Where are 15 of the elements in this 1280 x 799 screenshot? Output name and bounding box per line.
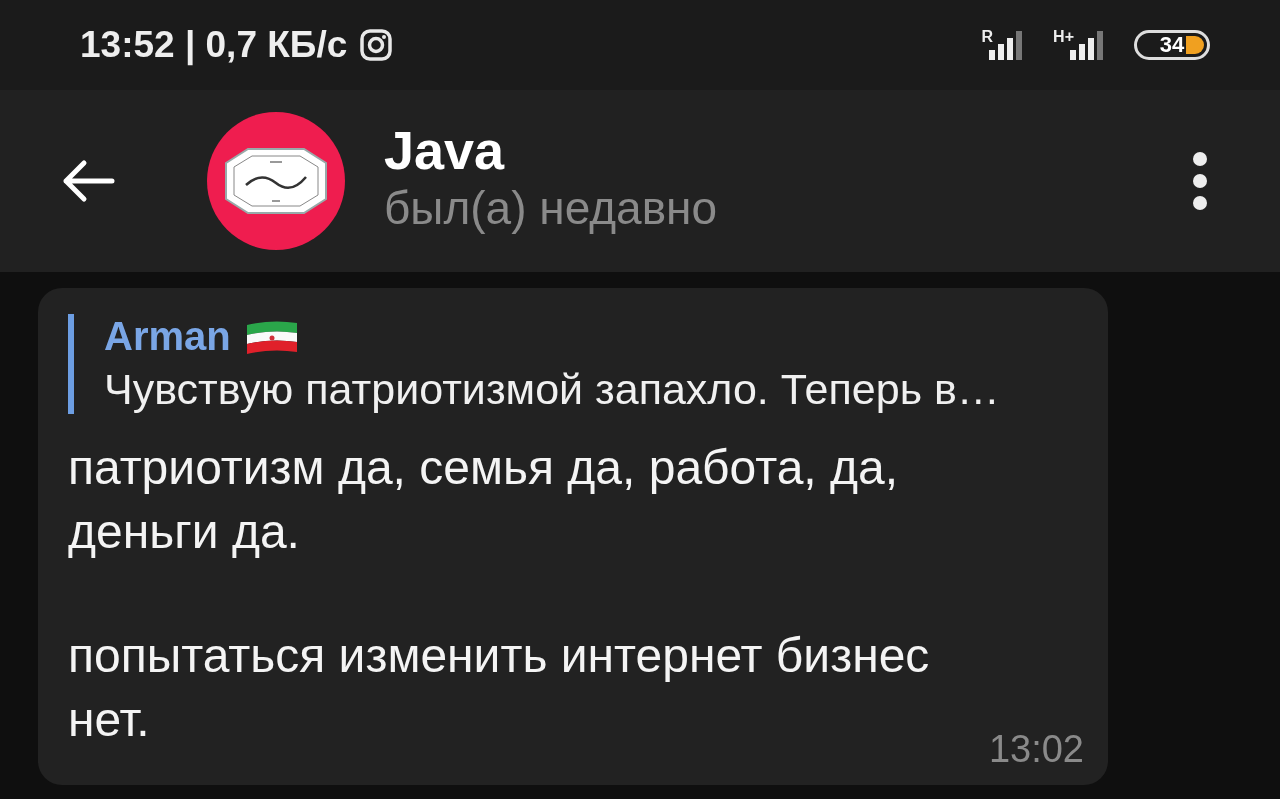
network-label: H+	[1053, 28, 1074, 46]
message-text: попытаться изменить интернет бизнес нет.	[68, 628, 931, 748]
network-label: R	[981, 28, 994, 46]
message-text: патриотизм да, семья да, работа, да, деньги да.	[68, 440, 900, 560]
menu-icon[interactable]	[1190, 151, 1210, 211]
flag-icon	[244, 318, 299, 355]
reply-author: Arman	[104, 314, 231, 359]
reply-text: Чувствую патриотизмой запахло. Теперь в…	[104, 365, 1001, 414]
status-time: 13:52 | 0,7 КБ/с	[80, 24, 348, 66]
camera-icon	[359, 28, 394, 62]
battery-icon: 34	[1134, 30, 1210, 60]
reply-quote[interactable]: Arman Чувствую патриотизмой запахло. Теперь в…	[68, 314, 1078, 414]
chat-title: Java	[384, 119, 506, 181]
last-seen-status: был(а) недавно	[384, 181, 719, 235]
message-time: 13:02	[988, 728, 1084, 771]
